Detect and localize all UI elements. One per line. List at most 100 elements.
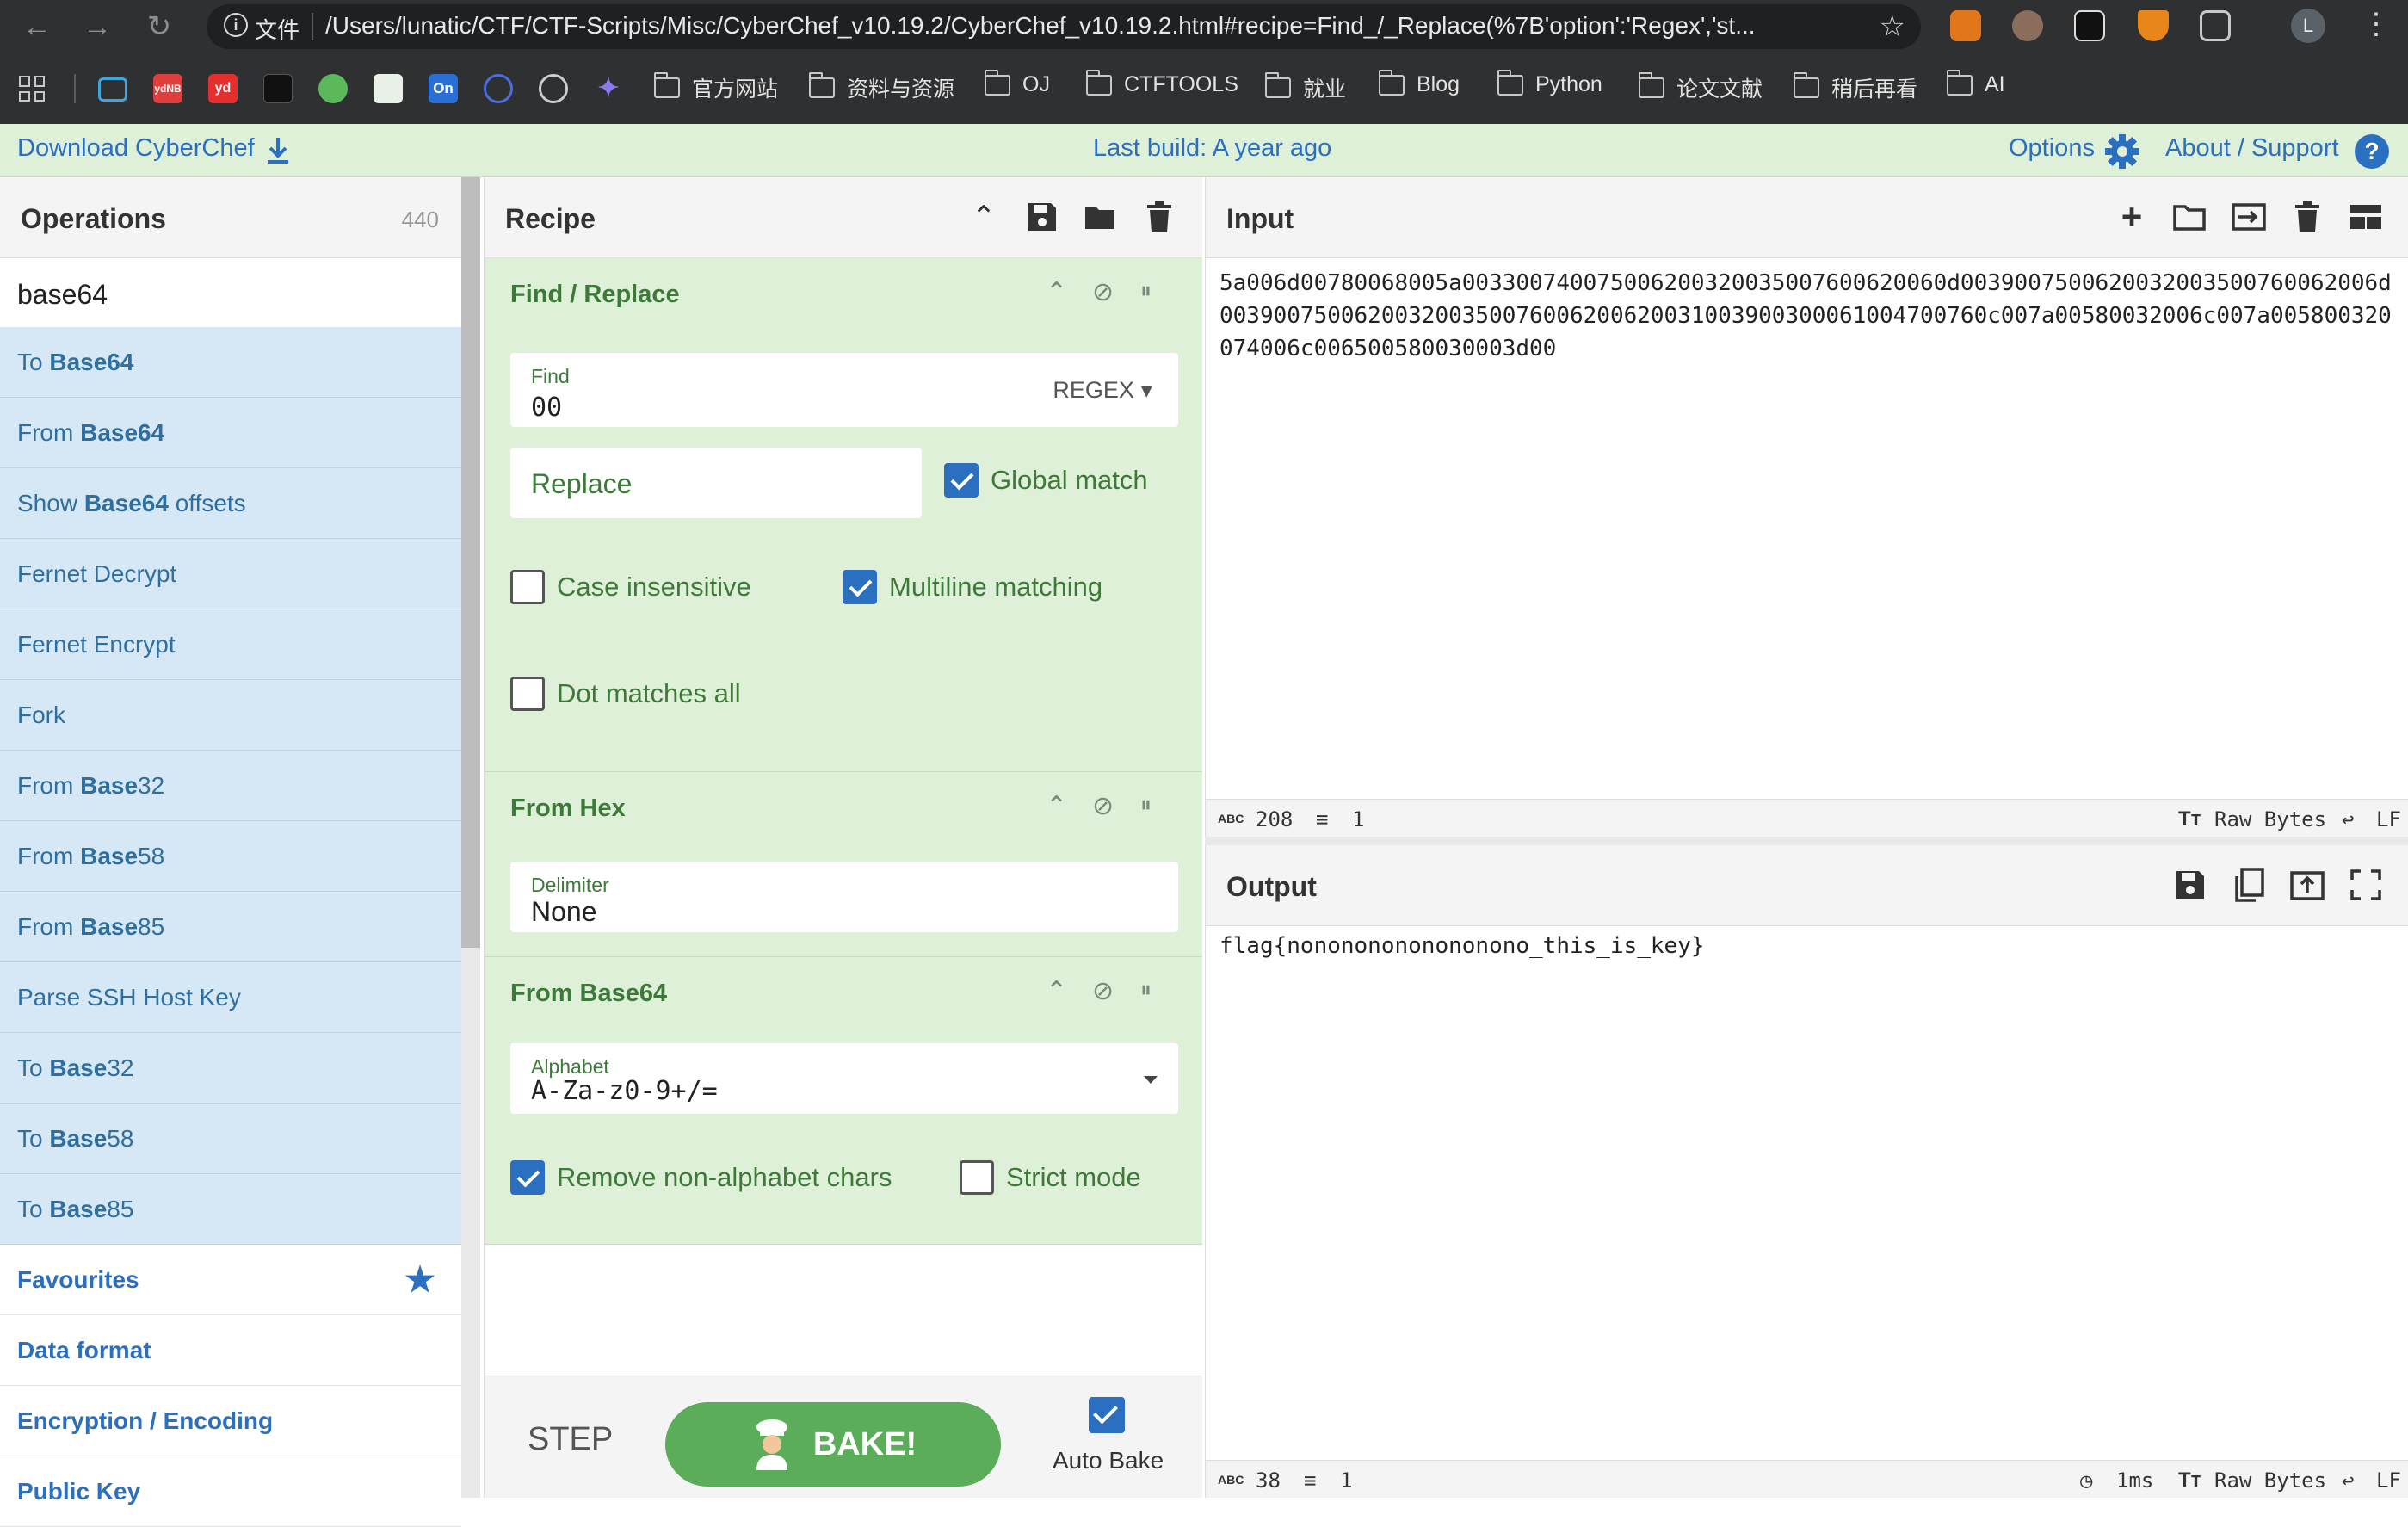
operation-item[interactable]: Fork <box>0 680 461 751</box>
output-text[interactable]: flag{nonononononononono_this_is_key} <box>1219 930 2399 962</box>
collapse-icon[interactable]: ⌃ <box>1046 976 1067 1006</box>
operations-search-input[interactable] <box>0 258 461 332</box>
open-file-icon[interactable] <box>2230 198 2268 236</box>
bookmark-folder-oj[interactable]: OJ <box>985 69 1050 97</box>
collapse-icon[interactable]: ⌃ <box>1046 277 1067 307</box>
disable-icon[interactable]: ⊘ <box>1092 277 1114 307</box>
operation-item[interactable]: Fernet Decrypt <box>0 539 461 609</box>
alphabet-field[interactable]: Alphabet A-Za-z0-9+/= <box>510 1043 1178 1114</box>
address-bar[interactable]: i 文件 /Users/lunatic/CTF/CTF-Scripts/Misc… <box>207 4 1921 49</box>
category-item[interactable]: Public Key <box>0 1456 461 1527</box>
io-resize-handle[interactable] <box>1205 837 2408 845</box>
gemini-bookmark-icon[interactable]: ✦ <box>594 74 623 103</box>
bake-button[interactable]: BAKE! <box>665 1402 1001 1487</box>
output-eol[interactable]: LF <box>2376 1468 2401 1493</box>
disable-icon[interactable]: ⊘ <box>1092 791 1114 821</box>
copy-icon[interactable] <box>2230 866 2268 904</box>
bookmark-folder-jobs[interactable]: 就业 <box>1265 72 1346 103</box>
checkbox-unchecked[interactable] <box>960 1160 994 1195</box>
save-icon[interactable] <box>1023 198 1061 236</box>
operation-item[interactable]: Parse SSH Host Key <box>0 962 461 1033</box>
extension-owl-icon[interactable] <box>2012 10 2043 41</box>
forward-arrow-icon[interactable]: → <box>79 9 115 45</box>
extensions-puzzle-icon[interactable] <box>2200 10 2231 41</box>
bookmark-yd-icon[interactable]: yd <box>208 74 238 103</box>
chevron-up-icon[interactable]: ⌃ <box>965 198 1003 236</box>
bookmark-on-icon[interactable]: On <box>429 74 458 103</box>
download-icon[interactable] <box>265 136 291 165</box>
bookmark-folder-ctftools[interactable]: CTFTOOLS <box>1086 69 1238 97</box>
input-encoding[interactable]: Raw Bytes <box>2214 807 2326 832</box>
collapse-icon[interactable]: ⌃ <box>1046 791 1067 821</box>
delimiter-value[interactable]: None <box>531 896 597 928</box>
global-match-checkbox[interactable]: Global match <box>944 463 1148 498</box>
output-encoding[interactable]: Raw Bytes <box>2214 1468 2326 1493</box>
operations-scrollbar-thumb[interactable] <box>461 177 480 948</box>
info-icon[interactable]: i <box>224 13 248 37</box>
profile-avatar[interactable]: L <box>2291 9 2325 43</box>
operation-item[interactable]: From Base32 <box>0 751 461 821</box>
operation-item[interactable]: Show Base64 offsets <box>0 468 461 539</box>
gear-icon[interactable] <box>2103 133 2141 170</box>
bookmark-folder-official[interactable]: 官方网站 <box>654 72 778 103</box>
about-support-link[interactable]: About / Support <box>2165 134 2339 163</box>
maximise-icon[interactable] <box>2347 866 2385 904</box>
category-item[interactable]: Data format <box>0 1315 461 1386</box>
pause-icon[interactable]: ⏸ <box>1140 976 1152 1004</box>
step-button[interactable]: STEP <box>528 1421 613 1458</box>
bookmark-folder-papers[interactable]: 论文文献 <box>1639 72 1763 103</box>
alphabet-value[interactable]: A-Za-z0-9+/= <box>531 1076 718 1106</box>
category-item[interactable]: Favourites ★ <box>0 1245 461 1315</box>
dot-matches-all-checkbox[interactable]: Dot matches all <box>510 677 741 711</box>
clear-input-trash-icon[interactable] <box>2288 198 2326 236</box>
auto-bake-checkbox[interactable] <box>1089 1397 1125 1433</box>
extension-shield-icon[interactable] <box>2138 10 2169 41</box>
save-output-icon[interactable] <box>2171 866 2209 904</box>
strict-mode-checkbox[interactable]: Strict mode <box>960 1160 1141 1195</box>
reload-icon[interactable]: ↻ <box>141 9 177 45</box>
favourites-star-icon[interactable]: ★ <box>404 1245 435 1315</box>
operation-item[interactable]: From Base85 <box>0 892 461 962</box>
find-field[interactable]: Find 00 REGEX ▾ <box>510 353 1178 427</box>
help-icon[interactable]: ? <box>2355 134 2389 169</box>
bookmark-green-icon[interactable] <box>318 74 348 103</box>
operation-item[interactable]: To Base58 <box>0 1104 461 1174</box>
operation-item[interactable]: To Base32 <box>0 1033 461 1104</box>
add-tab-icon[interactable]: + <box>2113 198 2151 236</box>
bookmark-folder-read-later[interactable]: 稍后再看 <box>1794 72 1917 103</box>
bookmark-ydnb-icon[interactable]: ydNB <box>153 74 182 103</box>
bilibili-bookmark-icon[interactable] <box>98 77 127 102</box>
last-build-link[interactable]: Last build: A year ago <box>1093 134 1331 163</box>
multiline-checkbox[interactable]: Multiline matching <box>843 570 1102 604</box>
remove-non-alphabet-checkbox[interactable]: Remove non-alphabet chars <box>510 1160 892 1195</box>
bookmark-folder-resources[interactable]: 资料与资源 <box>809 72 954 103</box>
download-link[interactable]: Download CyberChef <box>17 134 255 163</box>
openai-bookmark-icon[interactable] <box>539 74 568 103</box>
open-folder-icon[interactable] <box>2171 198 2209 236</box>
replace-input-icon[interactable] <box>2288 866 2326 904</box>
checkbox-unchecked[interactable] <box>510 570 545 604</box>
operation-item[interactable]: Fernet Encrypt <box>0 609 461 680</box>
pause-icon[interactable]: ⏸ <box>1140 791 1152 819</box>
trash-icon[interactable] <box>1140 198 1178 236</box>
bookmark-image-icon[interactable] <box>374 74 403 103</box>
input-textarea[interactable]: 5a006d00780068005a0033007400750062003200… <box>1219 267 2399 365</box>
bookmark-swirl-icon[interactable] <box>484 74 513 103</box>
disable-icon[interactable]: ⊘ <box>1092 976 1114 1006</box>
pause-icon[interactable]: ⏸ <box>1140 277 1152 305</box>
metamask-extension-icon[interactable] <box>1950 10 1981 41</box>
operation-item[interactable]: To Base64 <box>0 327 461 398</box>
find-mode-dropdown[interactable]: REGEX ▾ <box>1053 377 1152 404</box>
operation-item[interactable]: To Base85 <box>0 1174 461 1245</box>
delimiter-field[interactable]: Delimiter None <box>510 862 1178 932</box>
bookmark-folder-blog[interactable]: Blog <box>1379 69 1460 97</box>
extension-glasses-icon[interactable] <box>2074 10 2105 41</box>
replace-field[interactable]: Replace <box>510 448 922 518</box>
input-eol[interactable]: LF <box>2376 807 2401 832</box>
options-link[interactable]: Options <box>2009 134 2095 163</box>
text-format-icon[interactable]: Tт <box>2178 807 2201 832</box>
checkbox-checked[interactable] <box>510 1160 545 1195</box>
case-insensitive-checkbox[interactable]: Case insensitive <box>510 570 751 604</box>
bookmark-folder-python[interactable]: Python <box>1497 69 1602 97</box>
checkbox-checked[interactable] <box>944 463 979 498</box>
